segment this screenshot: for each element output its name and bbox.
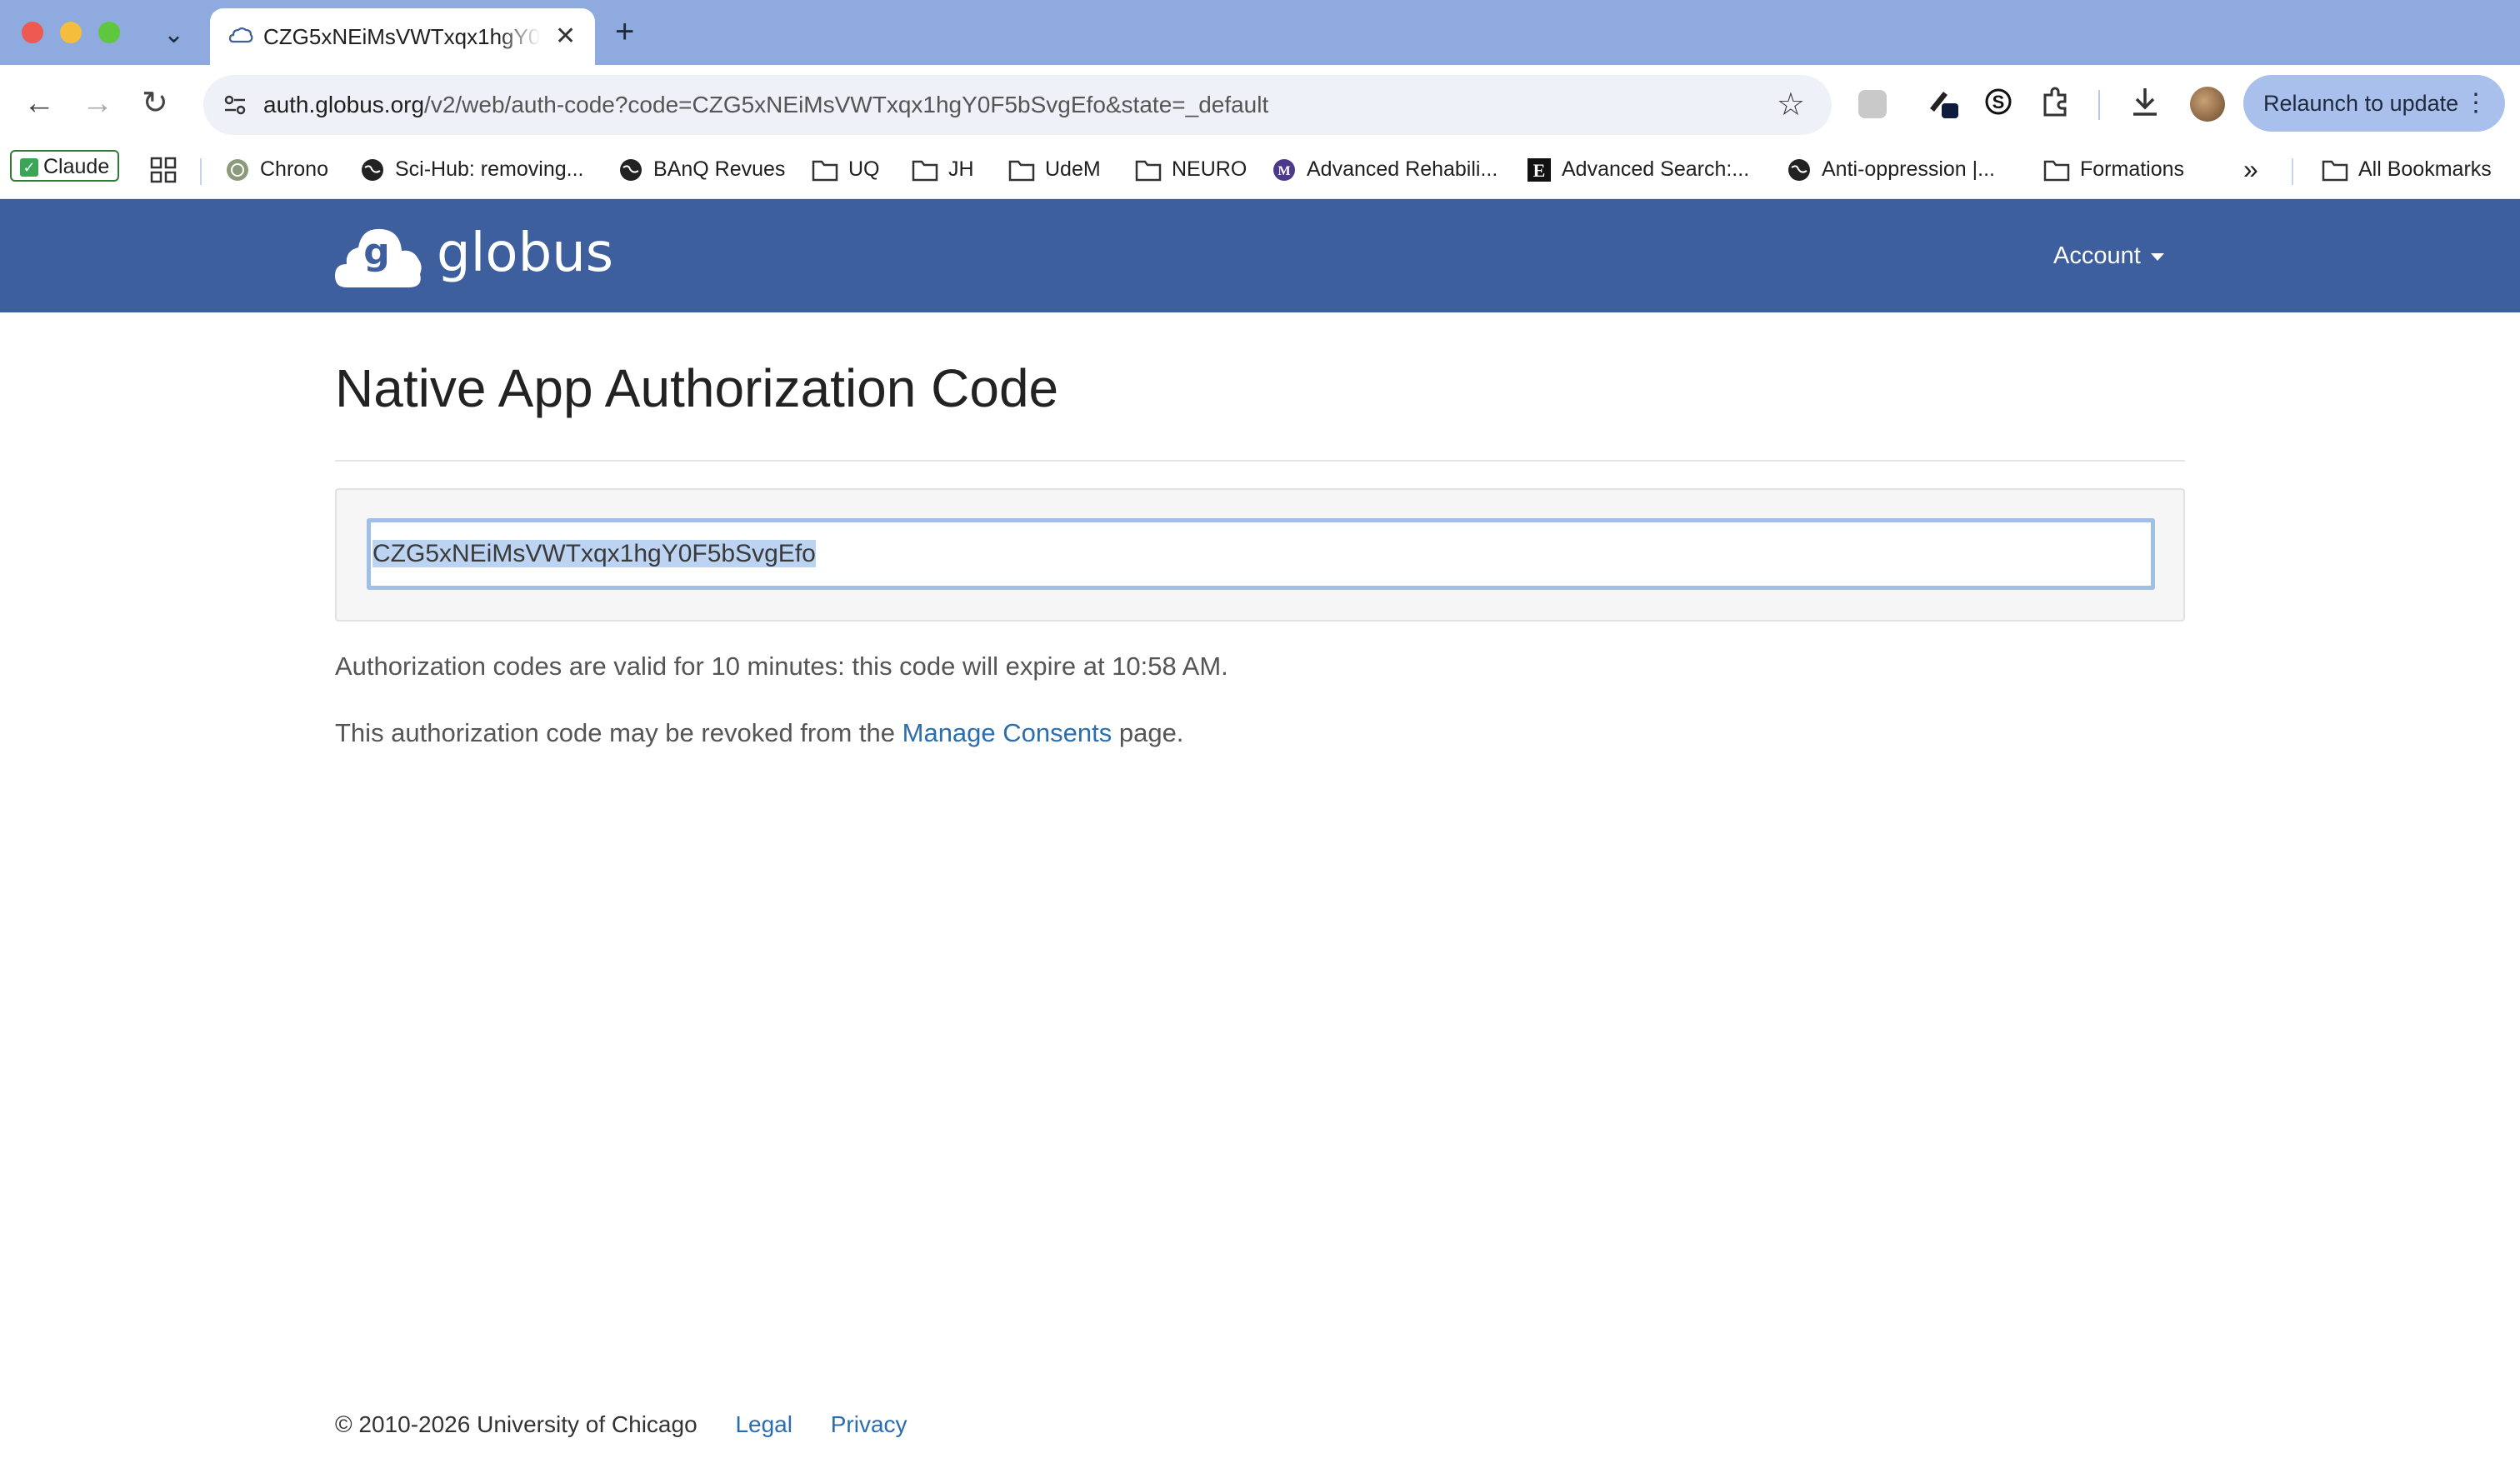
validity-text: Authorization codes are valid for 10 min… (335, 652, 1228, 681)
revoke-text: This authorization code may be revoked f… (335, 718, 1184, 747)
minimize-window-button[interactable] (60, 22, 82, 43)
profile-avatar[interactable] (2190, 87, 2225, 122)
bookmark-folder-jh[interactable]: JH (912, 150, 974, 188)
tab-title: CZG5xNEiMsVWTxqx1hgY0F5bSvgEfo (263, 24, 540, 49)
globus-logo-icon[interactable]: g (333, 222, 425, 292)
manage-consents-link[interactable]: Manage Consents (902, 718, 1112, 747)
svg-text:S: S (1992, 92, 2005, 112)
url-host: auth.globus.org (263, 92, 425, 117)
auth-code-well: CZG5xNEiMsVWTxqx1hgY0F5bSvgEfo (335, 488, 2185, 622)
globe-icon (362, 159, 383, 182)
extensions-puzzle-icon[interactable] (2038, 83, 2075, 120)
folder-icon (812, 161, 838, 182)
folder-icon (1008, 161, 1035, 182)
globus-favicon-icon (228, 27, 253, 43)
back-arrow-icon[interactable]: ← (23, 83, 55, 123)
tab-search-chevron-icon[interactable]: ⌄ (163, 20, 184, 49)
extension-s-icon[interactable]: S (1980, 83, 2017, 120)
folder-icon (912, 161, 938, 182)
bookmarks-bar: ✓ Claude Chrono Sci-Hub: removing... BAnQ… (0, 142, 2520, 199)
svg-text:M: M (1278, 164, 1290, 178)
folder-icon (2322, 161, 2348, 182)
page-footer: © 2010-2026 University of Chicago Legal … (335, 1408, 908, 1441)
extension-grey-icon[interactable] (1858, 90, 1887, 118)
reload-icon[interactable]: ↻ (142, 83, 168, 123)
bookmarks-overflow-chevron-icon[interactable]: » (2243, 150, 2258, 188)
relaunch-label: Relaunch to update (2263, 91, 2459, 116)
browser-toolbar: ← → ↻ auth.globus.org/v2/web/auth-code?c… (0, 65, 2520, 142)
toolbar-divider (2098, 90, 2100, 120)
bookmark-star-icon[interactable]: ☆ (1777, 85, 1805, 125)
bookmark-anti-oppression[interactable]: Anti-oppression |... (1787, 150, 1995, 188)
bookmark-advanced-search[interactable]: E Advanced Search:... (1527, 150, 1749, 188)
folder-icon (2043, 161, 2070, 182)
m-icon: M (1273, 159, 1295, 182)
globe-icon (1788, 159, 1810, 182)
globe-icon (620, 159, 642, 182)
tab-active[interactable]: CZG5xNEiMsVWTxqx1hgY0F5bSvgEfo ✕ (210, 8, 595, 65)
account-dropdown[interactable]: Account (2053, 239, 2164, 272)
forward-arrow-icon[interactable]: → (82, 83, 113, 123)
maximize-window-button[interactable] (98, 22, 120, 43)
title-divider (335, 460, 2185, 462)
page-title: Native App Authorization Code (335, 358, 1059, 418)
bookmark-claude[interactable]: ✓ Claude (10, 150, 120, 182)
extension-pen-icon[interactable] (1925, 83, 1962, 120)
close-window-button[interactable] (22, 22, 43, 43)
relaunch-to-update-button[interactable]: Relaunch to update ⋮ (2243, 75, 2505, 132)
bookmark-folder-udem[interactable]: UdeM (1008, 150, 1101, 188)
site-info-icon[interactable] (220, 90, 250, 120)
checkmark-icon: ✓ (20, 158, 38, 177)
chrono-icon (227, 159, 248, 182)
site-header: g globus Account (0, 199, 2520, 312)
e-icon: E (1528, 158, 1551, 182)
svg-text:g: g (363, 231, 390, 273)
address-bar[interactable]: auth.globus.org/v2/web/auth-code?code=CZ… (203, 75, 1832, 135)
auth-code-field[interactable]: CZG5xNEiMsVWTxqx1hgY0F5bSvgEfo (367, 518, 2155, 590)
svg-text:E: E (1533, 160, 1546, 181)
bookmark-chrono[interactable]: Chrono (225, 150, 328, 188)
folder-icon (1135, 161, 1162, 182)
bookmark-sci-hub[interactable]: Sci-Hub: removing... (360, 150, 583, 188)
all-bookmarks[interactable]: All Bookmarks (2322, 150, 2492, 188)
url-path: /v2/web/auth-code?code=CZG5xNEiMsVWTxqx1… (424, 92, 1269, 117)
privacy-link[interactable]: Privacy (831, 1411, 908, 1437)
new-tab-plus-icon[interactable]: + (615, 13, 634, 50)
bookmark-advanced-rehabili[interactable]: M Advanced Rehabili... (1272, 150, 1498, 188)
tab-close-icon[interactable]: ✕ (555, 20, 576, 53)
bookmarks-divider (2292, 158, 2293, 185)
window-titlebar: ⌄ CZG5xNEiMsVWTxqx1hgY0F5bSvgEfo ✕ + (0, 0, 2520, 65)
bookmark-folder-formations[interactable]: Formations (2043, 150, 2184, 188)
download-icon[interactable] (2127, 83, 2163, 120)
globus-wordmark[interactable]: globus (437, 224, 613, 282)
bookmark-folder-neuro[interactable]: NEURO (1135, 150, 1247, 188)
more-vertical-icon[interactable]: ⋮ (2463, 75, 2488, 132)
copyright-text: © 2010-2026 University of Chicago (335, 1411, 698, 1437)
legal-link[interactable]: Legal (735, 1411, 792, 1437)
apps-grid-icon[interactable] (147, 153, 180, 187)
bookmark-banq-revues[interactable]: BAnQ Revues (618, 150, 785, 188)
account-label: Account (2053, 242, 2141, 269)
auth-code-selected-text: CZG5xNEiMsVWTxqx1hgY0F5bSvgEfo (372, 540, 816, 567)
bookmark-folder-uq[interactable]: UQ (812, 150, 880, 188)
url-text[interactable]: auth.globus.org/v2/web/auth-code?code=CZ… (263, 75, 1268, 135)
bookmarks-divider (200, 158, 202, 185)
caret-down-icon (2150, 252, 2164, 261)
